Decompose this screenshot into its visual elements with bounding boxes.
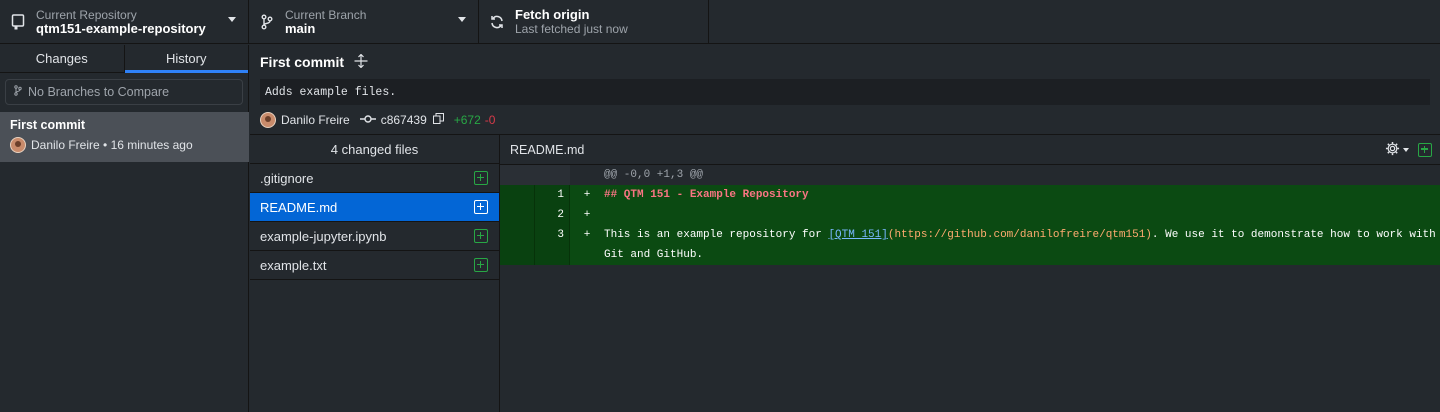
chevron-down-icon xyxy=(458,17,466,22)
file-list-item[interactable]: example-jupyter.ipynb xyxy=(250,222,499,251)
file-name: .gitignore xyxy=(260,170,314,186)
changed-files-header: 4 changed files xyxy=(250,135,499,164)
changed-files-panel: 4 changed files .gitignore README.md exa… xyxy=(250,135,500,412)
line-sign: + xyxy=(583,189,591,201)
current-branch-label: Current Branch xyxy=(285,8,367,22)
markdown-link-text: [QTM 151] xyxy=(828,229,888,241)
diff-hunk-header: @@ -0,0 +1,3 @@ xyxy=(500,165,1440,185)
file-name: example-jupyter.ipynb xyxy=(260,228,387,244)
branch-compare-input[interactable]: No Branches to Compare xyxy=(5,79,243,105)
commit-details-panel: First commit Adds example files. Danilo … xyxy=(250,45,1440,412)
commit-icon xyxy=(359,113,376,127)
line-sign: + xyxy=(583,209,591,221)
commit-author: Danilo Freire xyxy=(281,112,350,127)
diff-options-button[interactable] xyxy=(1385,141,1409,159)
repo-icon xyxy=(10,14,26,30)
last-fetched-label: Last fetched just now xyxy=(515,22,628,36)
additions-count: +672 xyxy=(453,112,481,127)
branch-icon xyxy=(259,14,275,30)
chevron-down-icon xyxy=(228,17,236,22)
line-code-text: . We use it to demonstrate how to work w… xyxy=(1151,229,1436,241)
file-added-icon xyxy=(474,229,488,243)
commit-list-time: 16 minutes ago xyxy=(110,138,193,152)
commit-sha: c867439 xyxy=(380,112,427,127)
diff-line[interactable]: 3 + This is an example repository for [Q… xyxy=(500,225,1440,245)
tab-changes[interactable]: Changes xyxy=(0,45,124,72)
diff-panel: README.md @@ -0,0 +1,3 @@ 1 + ## QTM 151… xyxy=(500,135,1440,412)
diff-line-continuation: Git and GitHub. xyxy=(500,245,1440,265)
add-file-icon[interactable] xyxy=(1418,142,1432,157)
line-code: This is an example repository for [QTM 1… xyxy=(604,229,1436,241)
avatar xyxy=(10,137,26,153)
diff-lines: @@ -0,0 +1,3 @@ 1 + ## QTM 151 - Example… xyxy=(500,165,1440,265)
commit-header: First commit Adds example files. Danilo … xyxy=(250,45,1440,135)
line-code: ## QTM 151 - Example Repository xyxy=(604,189,809,201)
fetch-origin-button[interactable]: Fetch origin Last fetched just now xyxy=(479,0,709,44)
commit-summary: First commit xyxy=(260,54,345,70)
file-list-item[interactable]: README.md xyxy=(250,193,499,222)
commit-description: Adds example files. xyxy=(260,79,1430,105)
file-added-icon xyxy=(474,258,488,272)
diff-file-name: README.md xyxy=(510,142,585,157)
fetch-origin-label: Fetch origin xyxy=(515,7,590,22)
file-name: README.md xyxy=(260,199,338,215)
current-repository-button[interactable]: Current Repository qtm151-example-reposi… xyxy=(0,0,249,44)
file-list-item[interactable]: .gitignore xyxy=(250,164,499,193)
line-code-text: This is an example repository for xyxy=(604,229,829,241)
branch-compare-placeholder: No Branches to Compare xyxy=(28,85,170,99)
file-list-item[interactable]: example.txt xyxy=(250,251,499,280)
diff-line[interactable]: 1 + ## QTM 151 - Example Repository xyxy=(500,185,1440,205)
current-branch-name: main xyxy=(285,21,316,36)
commit-list-title: First commit xyxy=(10,118,86,132)
commit-list-author: Danilo Freire xyxy=(31,138,100,152)
current-repository-label: Current Repository xyxy=(36,8,137,22)
current-branch-button[interactable]: Current Branch main xyxy=(249,0,479,44)
file-name: example.txt xyxy=(260,257,327,273)
line-number: 2 xyxy=(535,205,570,225)
diff-header: README.md xyxy=(500,135,1440,165)
current-repository-name: qtm151-example-repository xyxy=(36,21,206,36)
diff-line[interactable]: 2 + xyxy=(500,205,1440,225)
tab-history[interactable]: History xyxy=(123,45,249,73)
commit-meta: Danilo Freire c867439 +672 -0 xyxy=(250,105,1440,134)
hunk-text: @@ -0,0 +1,3 @@ xyxy=(604,169,704,181)
meta-separator: • xyxy=(99,138,111,152)
sidebar: Changes History No Branches to Compare F… xyxy=(0,45,249,412)
line-number: 3 xyxy=(535,225,570,245)
line-number: 1 xyxy=(535,185,570,205)
avatar xyxy=(260,111,276,128)
sync-icon xyxy=(489,14,505,30)
file-added-icon xyxy=(474,200,488,214)
copy-icon[interactable] xyxy=(432,112,444,127)
line-code-text: Git and GitHub. xyxy=(604,249,704,261)
markdown-link-url: (https://github.com/danilofreire/qtm151) xyxy=(887,229,1152,241)
line-sign: + xyxy=(583,229,591,241)
chevron-down-icon xyxy=(1403,147,1409,152)
sidebar-tabs: Changes History xyxy=(0,45,248,73)
git-branch-icon xyxy=(14,85,22,99)
toolbar: Current Repository qtm151-example-reposi… xyxy=(0,0,1440,44)
deletions-count: -0 xyxy=(484,112,496,127)
gear-icon xyxy=(1385,141,1400,159)
commit-list-item[interactable]: First commit Danilo Freire • 16 minutes … xyxy=(0,112,249,162)
file-added-icon xyxy=(474,171,488,185)
expand-icon[interactable] xyxy=(354,53,368,71)
